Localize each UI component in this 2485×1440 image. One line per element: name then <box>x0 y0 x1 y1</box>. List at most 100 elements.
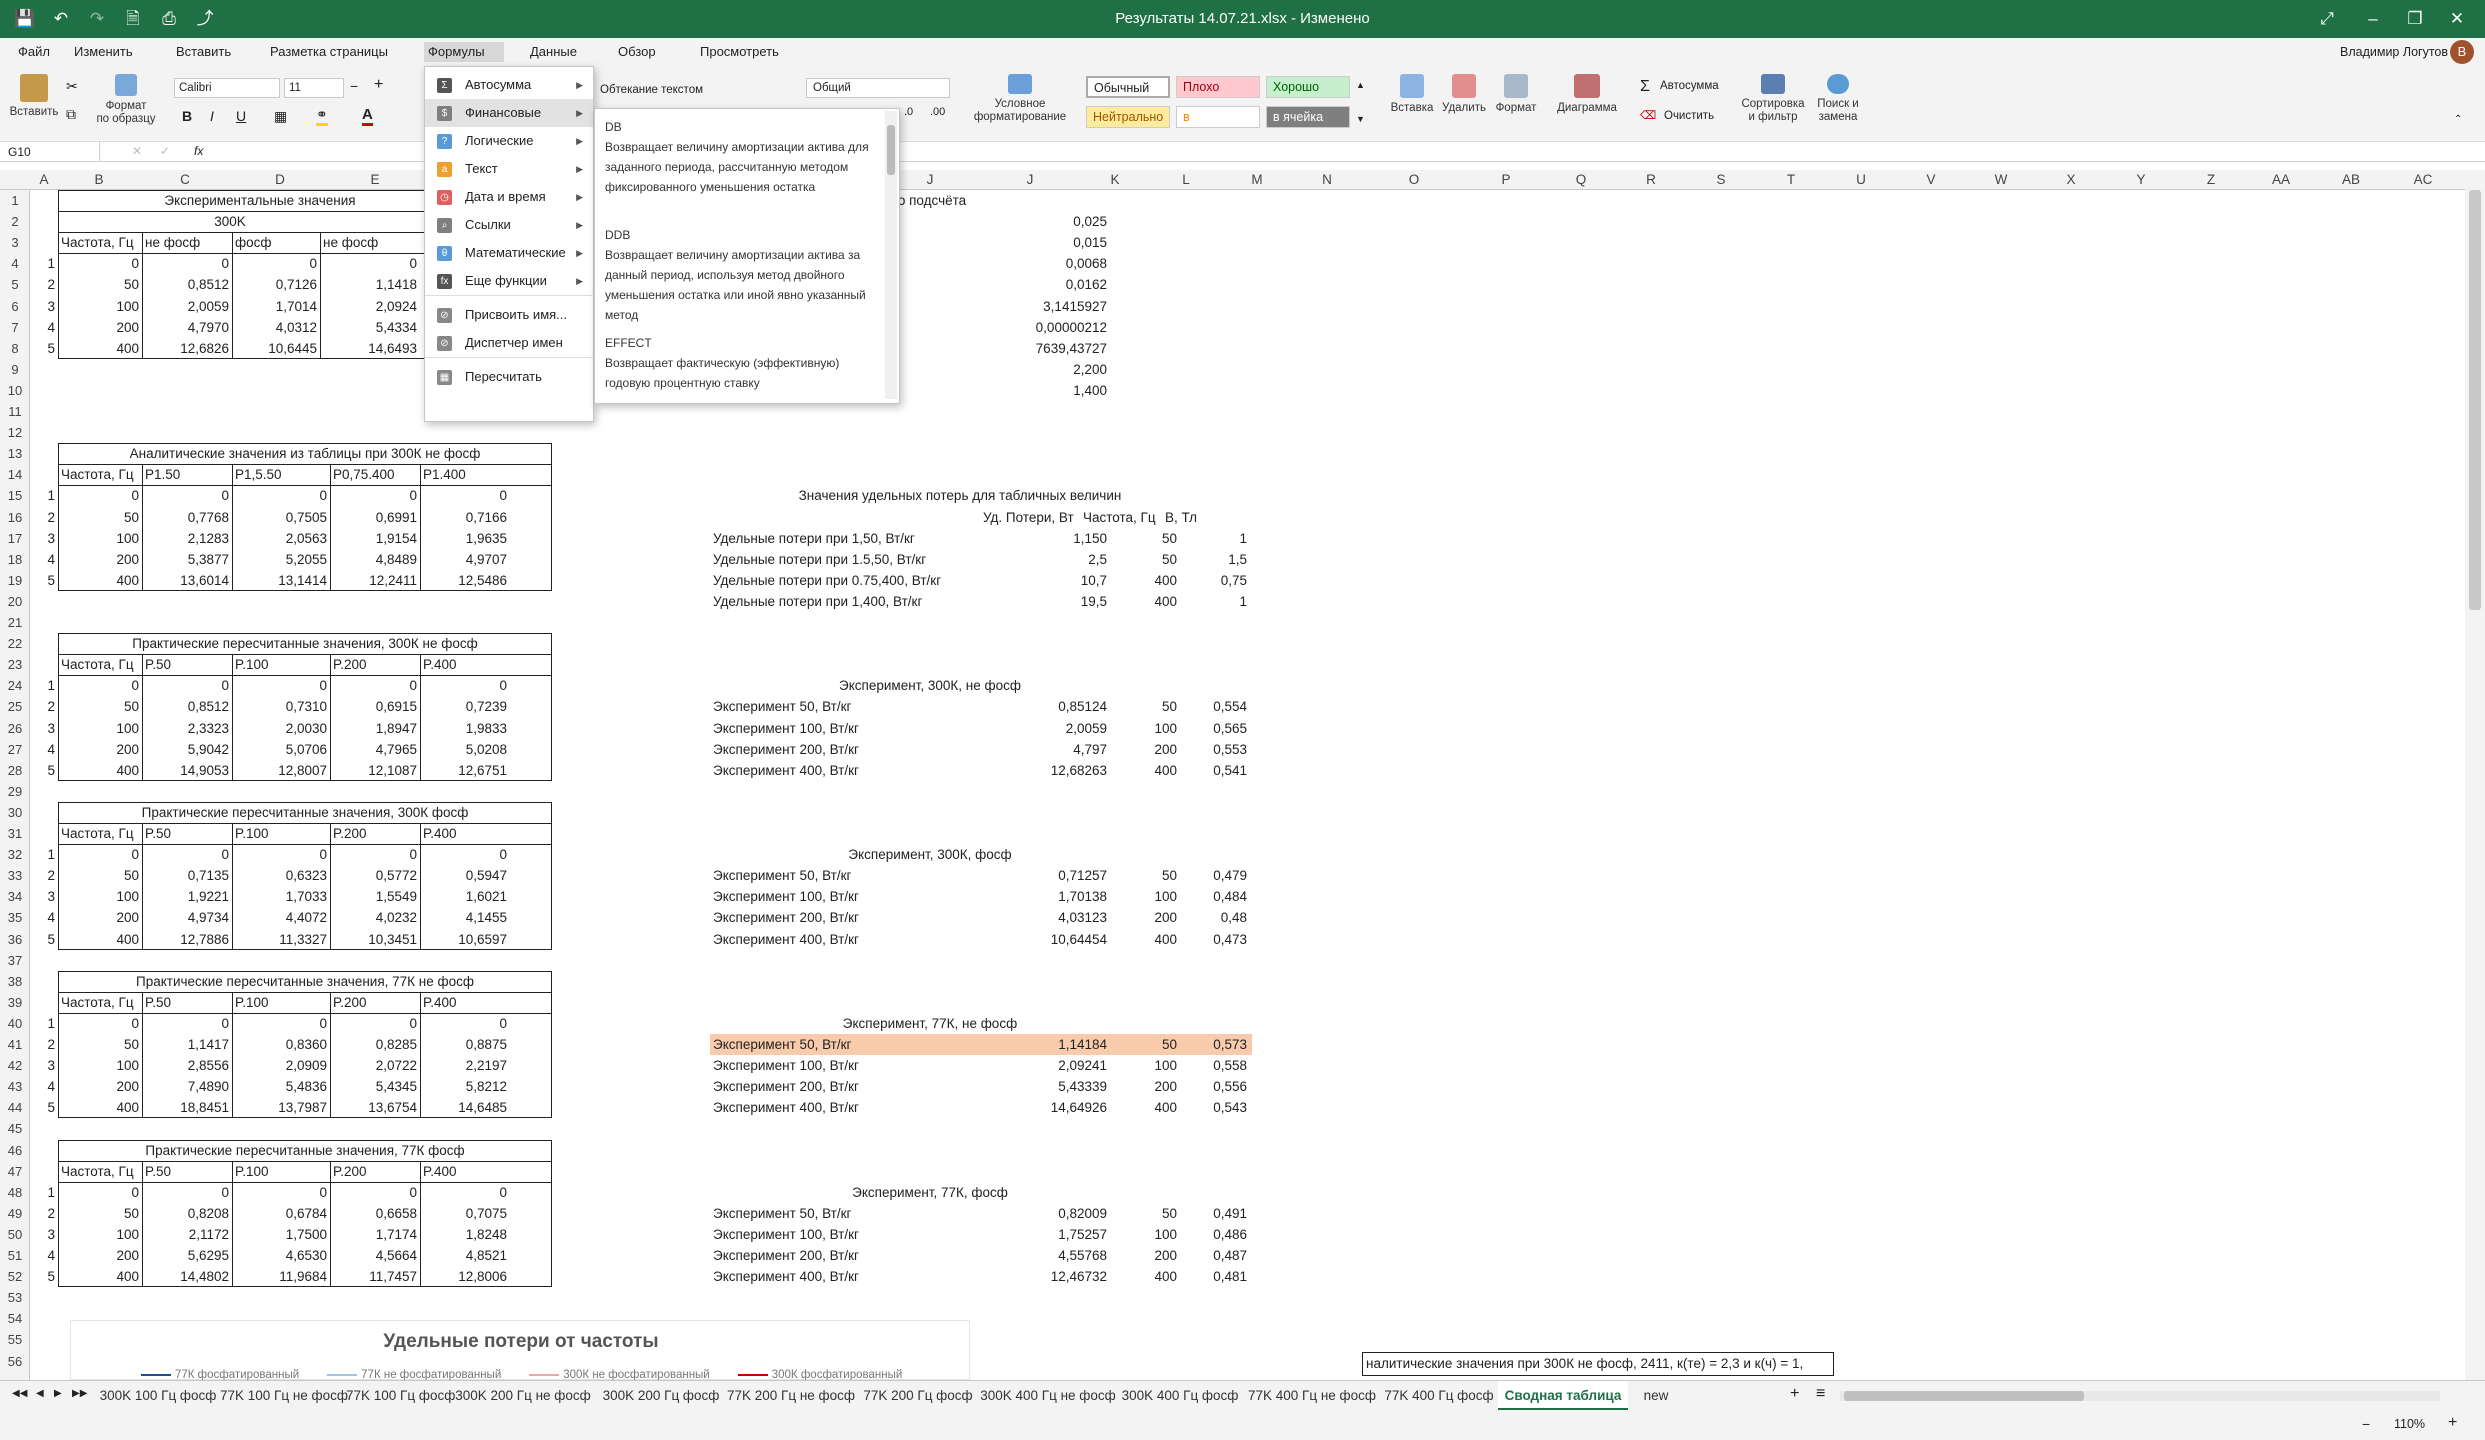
table-cell[interactable]: 2 <box>30 274 58 295</box>
row-header[interactable]: 47 <box>0 1161 30 1182</box>
table-cell[interactable]: 1,5549 <box>330 886 420 907</box>
table-cell[interactable]: 50 <box>58 865 142 886</box>
table-cell[interactable]: 1 <box>30 1182 58 1203</box>
table-cell[interactable]: 2,2197 <box>420 1055 510 1076</box>
zoom-out-icon[interactable]: − <box>2362 1416 2370 1432</box>
column-header-cell[interactable]: P.50 <box>142 992 232 1013</box>
table-cell[interactable]: 200 <box>1110 739 1180 760</box>
row-label[interactable]: Эксперимент 50, Вт/кг <box>710 1203 990 1224</box>
cell[interactable]: 2,200 <box>950 359 1110 380</box>
column-header[interactable]: N <box>1292 170 1362 190</box>
autosum-button[interactable]: Автосумма <box>1660 80 1719 92</box>
table-cell[interactable]: 1,9221 <box>142 886 232 907</box>
chart-button[interactable]: Диаграмма <box>1552 74 1622 115</box>
table-cell[interactable]: 0,7505 <box>232 507 330 528</box>
table-cell[interactable]: 3 <box>30 718 58 739</box>
column-header[interactable]: E <box>330 170 420 190</box>
row-label[interactable]: Эксперимент 100, Вт/кг <box>710 1055 990 1076</box>
table-cell[interactable]: 4,55768 <box>990 1245 1110 1266</box>
table-cell[interactable]: 2,0924 <box>320 296 420 317</box>
table-cell[interactable]: 0,8875 <box>420 1034 510 1055</box>
table-cell[interactable]: 0,8285 <box>330 1034 420 1055</box>
table-cell[interactable]: 2,5 <box>990 549 1110 570</box>
cut-icon[interactable]: ✂ <box>66 78 78 95</box>
section-title[interactable]: Эксперимент, 77К, не фосф <box>710 1013 1150 1034</box>
style-check-cell[interactable]: в ячейка <box>1266 106 1350 128</box>
table-cell[interactable]: 4 <box>30 549 58 570</box>
table-cell[interactable]: 14,6493 <box>320 338 420 359</box>
sheet-tab[interactable]: 77K 400 Гц не фосф <box>1244 1381 1380 1411</box>
row-header[interactable]: 16 <box>0 507 30 528</box>
sheet-tab[interactable]: 300K 400 Гц фосф <box>1116 1381 1244 1411</box>
avatar[interactable]: В <box>2450 40 2474 64</box>
table-cell[interactable]: 100 <box>1110 1055 1180 1076</box>
row-header[interactable]: 3 <box>0 232 30 253</box>
row-header[interactable]: 43 <box>0 1076 30 1097</box>
row-header[interactable]: 8 <box>0 338 30 359</box>
formulas-menu-item[interactable]: ◷ Дата и время ▶ <box>425 183 593 211</box>
cell-reference[interactable]: G10 <box>4 142 100 162</box>
table-cell[interactable]: 1 <box>30 485 58 506</box>
table-cell[interactable]: 12,8006 <box>420 1266 510 1287</box>
row-header[interactable]: 38 <box>0 971 30 992</box>
row-label[interactable]: Удельные потери при 0.75,400, Вт/кг <box>710 570 990 591</box>
table-cell[interactable]: 50 <box>1110 1203 1180 1224</box>
sheet-tab[interactable]: 77K 200 Гц фосф <box>856 1381 980 1411</box>
table-title[interactable]: Практические пересчитанные значения, 300… <box>58 633 552 654</box>
fn-effect-name[interactable]: EFFECT <box>605 333 652 353</box>
row-header[interactable]: 28 <box>0 760 30 781</box>
table-cell[interactable]: 14,64926 <box>990 1097 1110 1118</box>
close-icon[interactable]: ✕ <box>2446 8 2468 30</box>
table-cell[interactable]: 0,5772 <box>330 865 420 886</box>
table-cell[interactable]: 11,3327 <box>232 929 330 950</box>
row-label[interactable]: Эксперимент 200, Вт/кг <box>710 1076 990 1097</box>
table-cell[interactable]: 0,7126 <box>232 274 320 295</box>
row-header[interactable]: 6 <box>0 296 30 317</box>
prev-sheet-icon[interactable]: ◀ <box>36 1388 44 1399</box>
table-cell[interactable]: 4,8521 <box>420 1245 510 1266</box>
table-cell[interactable]: 0 <box>232 844 330 865</box>
column-header[interactable]: AB <box>2316 170 2386 190</box>
table-cell[interactable]: 5,4836 <box>232 1076 330 1097</box>
table-cell[interactable]: 4,797 <box>990 739 1110 760</box>
row-header[interactable]: 4 <box>0 253 30 274</box>
table-cell[interactable]: 2,0059 <box>990 718 1110 739</box>
table-cell[interactable]: 400 <box>1110 570 1180 591</box>
table-cell[interactable]: 400 <box>58 1266 142 1287</box>
menu-page-layout[interactable]: Разметка страницы <box>266 42 392 62</box>
table-cell[interactable]: 400 <box>58 338 142 359</box>
column-header[interactable]: S <box>1686 170 1756 190</box>
sheet-tab[interactable]: 300K 100 Гц фосф <box>96 1381 220 1411</box>
table-cell[interactable]: 12,5486 <box>420 570 510 591</box>
sheet-tab[interactable]: 300K 400 Гц не фосф <box>980 1381 1116 1411</box>
table-cell[interactable]: 0 <box>58 675 142 696</box>
table-cell[interactable]: 0,75 <box>1180 570 1250 591</box>
table-cell[interactable]: 5,8212 <box>420 1076 510 1097</box>
formulas-menu-item[interactable]: ? Логические ▶ <box>425 127 593 155</box>
table-cell[interactable]: 1 <box>30 675 58 696</box>
column-header[interactable]: V <box>1896 170 1966 190</box>
row-header[interactable]: 29 <box>0 781 30 802</box>
table-cell[interactable]: 2,0722 <box>330 1055 420 1076</box>
row-header[interactable]: 56 <box>0 1351 30 1372</box>
submenu-scroll-thumb[interactable] <box>887 125 895 175</box>
section-title[interactable]: Эксперимент, 77К, фосф <box>710 1182 1150 1203</box>
table-cell[interactable]: 5 <box>30 570 58 591</box>
cell[interactable]: 0,025 <box>950 211 1110 232</box>
table-cell[interactable]: 0,6991 <box>330 507 420 528</box>
delete-cells-button[interactable]: Удалить <box>1438 74 1490 115</box>
column-header-cell[interactable]: P.400 <box>420 823 510 844</box>
row-label[interactable]: Эксперимент 50, Вт/кг <box>710 696 990 717</box>
add-sheet-icon[interactable]: + <box>1790 1385 1799 1403</box>
menu-data[interactable]: Данные <box>526 42 581 62</box>
row-label[interactable]: Эксперимент 100, Вт/кг <box>710 1224 990 1245</box>
table-cell[interactable]: 1,7500 <box>232 1224 330 1245</box>
table-cell[interactable]: 0,554 <box>1180 696 1250 717</box>
row-header[interactable]: 21 <box>0 612 30 633</box>
table-cell[interactable]: 2,1283 <box>142 528 232 549</box>
row-header[interactable]: 9 <box>0 359 30 380</box>
fullscreen-icon[interactable]: ⤢ <box>2316 8 2338 30</box>
row-header[interactable]: 40 <box>0 1013 30 1034</box>
table-cell[interactable]: 0 <box>420 1182 510 1203</box>
table-cell[interactable]: 0,484 <box>1180 886 1250 907</box>
